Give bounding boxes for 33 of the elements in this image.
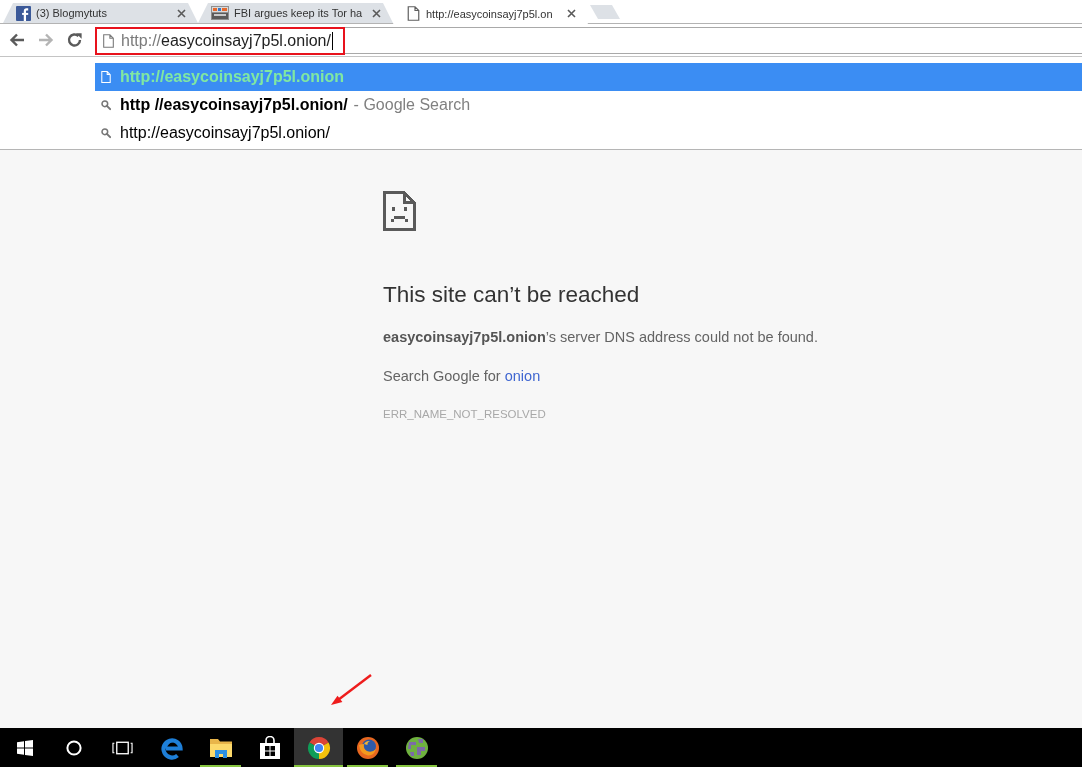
error-title: This site can’t be reached bbox=[383, 281, 640, 309]
browser-logo-icon bbox=[306, 735, 331, 760]
tile-logo-icon bbox=[16, 5, 31, 21]
tab[interactable]: FBI argues keep its Tor ha bbox=[198, 3, 393, 23]
close-icon[interactable] bbox=[567, 9, 576, 18]
back-icon[interactable] bbox=[9, 32, 25, 48]
shopping-bag-icon bbox=[257, 735, 282, 760]
fox-logo-icon bbox=[355, 735, 380, 760]
suggestion-item[interactable]: http //easycoinsayj7p5l.onion/ - Google Search bbox=[95, 91, 1082, 119]
search-icon bbox=[101, 99, 111, 111]
suggestion-item[interactable]: http://easycoinsayj7p5l.onion/ bbox=[95, 119, 1082, 147]
sad-page-icon bbox=[383, 191, 416, 231]
start-icon[interactable] bbox=[16, 739, 33, 756]
page-icon bbox=[103, 33, 114, 48]
error-code: ERR_NAME_NOT_RESOLVED bbox=[383, 407, 546, 422]
address-field[interactable]: http://easycoinsayj7p5l.onion/ bbox=[95, 26, 1082, 54]
reload-icon[interactable] bbox=[67, 32, 83, 48]
error-message: easycoinsayj7p5l.onion’s server DNS address could not be found. bbox=[383, 328, 818, 347]
e-logo-icon bbox=[159, 735, 184, 760]
thumbnail-icon bbox=[211, 6, 229, 20]
page-icon bbox=[406, 6, 421, 21]
search-circle-icon[interactable] bbox=[65, 739, 82, 756]
task-view-icon[interactable] bbox=[112, 740, 133, 755]
taskbar-button[interactable] bbox=[294, 728, 343, 767]
globe-icon bbox=[404, 735, 429, 760]
close-icon[interactable] bbox=[177, 8, 186, 18]
search-suggestion-text: Search Google for onion bbox=[383, 367, 541, 386]
search-link[interactable]: onion bbox=[504, 368, 541, 384]
search-icon bbox=[101, 127, 111, 139]
page-icon bbox=[101, 71, 111, 83]
tab[interactable]: (3) Blogmytuts bbox=[3, 3, 198, 23]
close-icon[interactable] bbox=[372, 8, 381, 18]
address-text: http://easycoinsayj7p5l.onion/ bbox=[121, 31, 331, 50]
